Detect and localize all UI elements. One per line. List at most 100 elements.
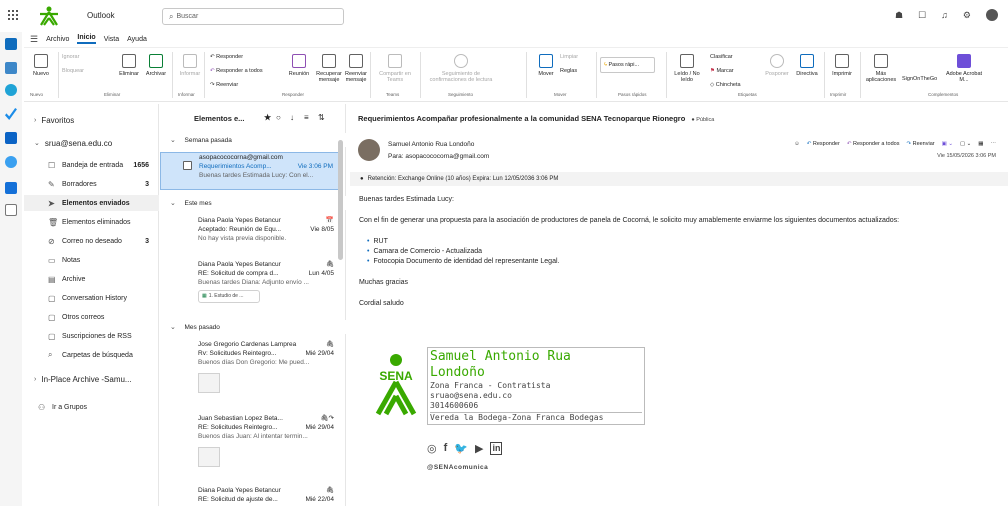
signonthego-button[interactable]: SignOnTheGo: [902, 76, 937, 82]
favorite-star-icon[interactable]: ★: [264, 113, 271, 122]
sender-avatar[interactable]: [358, 139, 380, 161]
signature-email[interactable]: sruao@sena.edu.co: [430, 391, 642, 401]
policy-button[interactable]: Directiva: [792, 54, 822, 77]
folder-drafts[interactable]: ✎ Borradores 3: [24, 176, 159, 192]
delete-button[interactable]: Eliminar: [112, 54, 146, 77]
people-icon[interactable]: [5, 84, 17, 96]
app-launcher-icon[interactable]: [8, 10, 18, 20]
more-icon[interactable]: ⋯: [991, 141, 997, 147]
mail-icon[interactable]: [5, 38, 17, 50]
folder-archive[interactable]: ▤ Archive: [24, 271, 159, 287]
flag-button[interactable]: ⚑ Marcar: [710, 68, 734, 74]
categorize-button[interactable]: Clasificar: [710, 54, 733, 60]
sort-icon[interactable]: ⇅: [318, 113, 325, 122]
reply-all-action[interactable]: ↶ Responder a todos: [847, 141, 900, 147]
adobe-acrobat-button[interactable]: Adobe Acrobat M...: [942, 54, 986, 83]
tab-archivo[interactable]: Archivo: [46, 36, 69, 43]
calendar-icon[interactable]: [5, 62, 17, 74]
reply-action[interactable]: ↶ Responder: [807, 141, 840, 147]
attachment-chip[interactable]: ▦ 1. Estudio de ...: [198, 290, 260, 303]
report-button[interactable]: Informar: [176, 54, 204, 77]
rules-button[interactable]: Reglas: [560, 68, 577, 74]
reply-button[interactable]: ↶ Responder: [210, 54, 243, 60]
folder-conversation-history[interactable]: ▢ Conversation History: [24, 290, 159, 306]
archive-button[interactable]: Archivar: [142, 54, 170, 77]
gear-icon[interactable]: ⚙: [963, 10, 971, 21]
new-button[interactable]: Nuevo: [30, 54, 52, 77]
more-apps-icon[interactable]: [5, 204, 17, 216]
recall-button[interactable]: Recuperar mensaje: [314, 54, 344, 83]
more-apps-button[interactable]: Más aplicaciones: [864, 54, 898, 83]
bell-icon[interactable]: ♫: [941, 10, 948, 20]
attachment-thumbnail[interactable]: [198, 373, 220, 393]
youtube-icon[interactable]: ▶: [475, 442, 483, 455]
reply-all-button[interactable]: ↶ Responder a todos: [210, 68, 263, 74]
section-este-mes[interactable]: ⌄ Este mes: [160, 196, 346, 210]
email-subject: Requerimientos Acompañar profesionalment…: [358, 114, 715, 123]
select-checkbox[interactable]: [183, 161, 192, 170]
folder-junk[interactable]: ⊘ Correo no deseado 3: [24, 233, 159, 249]
in-place-archive-header[interactable]: › In-Place Archive -Samu...: [24, 371, 159, 387]
emoji-icon[interactable]: ☺: [794, 141, 800, 147]
pin-button[interactable]: ◇ Chincheta: [710, 82, 741, 88]
folder-search[interactable]: ⌕ Carpetas de búsqueda: [24, 347, 159, 363]
move-button[interactable]: Mover: [532, 54, 560, 77]
tab-inicio[interactable]: Inicio: [77, 34, 96, 44]
list-item[interactable]: Diana Paola Yepes Betancur 🖇 RE: Solicitu…: [160, 260, 340, 318]
folder-otros-correos[interactable]: ▢ Otros correos: [24, 309, 159, 325]
folder-rss[interactable]: ▢ Suscripciones de RSS: [24, 328, 159, 344]
account-header[interactable]: ⌄ srua@sena.edu.co: [24, 135, 159, 151]
print-button[interactable]: Imprimir: [828, 54, 856, 77]
share-teams-button[interactable]: Compartir en Teams: [374, 54, 416, 83]
search-input[interactable]: ⌕ Buscar: [162, 8, 344, 25]
jump-to-icon[interactable]: ↓: [290, 113, 294, 122]
folder-notes[interactable]: ▭ Notas: [24, 252, 159, 268]
list-item[interactable]: Diana Paola Yepes Betancur 📅 Aceptado: Re…: [160, 216, 340, 250]
grid-icon[interactable]: ▦: [978, 141, 983, 147]
facebook-icon[interactable]: f: [444, 442, 448, 455]
list-item[interactable]: Juan Sebastian Lopez Beta... 🖇↷ RE: Solic…: [160, 414, 340, 480]
list-item-selected[interactable]: asopacococorna@gmail.com Requerimientos …: [160, 152, 340, 190]
quick-steps-dropdown[interactable]: ϟ Pasos rápi...: [600, 57, 655, 73]
meeting-button[interactable]: Reunión: [282, 54, 316, 77]
filter-icon[interactable]: ≡: [304, 113, 309, 122]
avatar[interactable]: [986, 9, 998, 21]
linkedin-icon[interactable]: in: [490, 442, 503, 455]
app-rail: [0, 32, 22, 506]
list-item[interactable]: Diana Paola Yepes Betancur 🖇 RE: Solicitu…: [160, 486, 340, 506]
todo-icon[interactable]: [5, 108, 17, 120]
read-receipts-button[interactable]: Seguimiento de confirmaciones de lectura: [424, 54, 498, 83]
twitter-icon[interactable]: 🐦: [454, 442, 468, 455]
folder-deleted[interactable]: 🗑 Elementos eliminados: [24, 214, 159, 230]
attachment-thumbnail[interactable]: [198, 447, 220, 467]
list-item[interactable]: Jose Gregorio Cardenas Lamprea 🖇 Rv: Soli…: [160, 340, 340, 406]
sender-name[interactable]: Samuel Antonio Rua Londoño: [388, 141, 474, 148]
forward-action[interactable]: ↷ Reenviar: [906, 141, 934, 147]
teams-action-icon[interactable]: ▣ ⌄: [942, 141, 953, 147]
section-semana-pasada[interactable]: ⌄ Semana pasada: [160, 133, 346, 147]
tab-ayuda[interactable]: Ayuda: [127, 36, 147, 43]
snooze-button[interactable]: Posponer: [762, 54, 792, 77]
favorites-header[interactable]: › Favoritos: [24, 112, 159, 128]
onedrive-icon[interactable]: [5, 156, 17, 168]
hamburger-icon[interactable]: ☰: [30, 34, 38, 45]
apps-action-icon[interactable]: ▢ ⌄: [960, 141, 971, 147]
instagram-icon[interactable]: ◎: [427, 442, 437, 455]
folder-sent[interactable]: ➤ Elementos enviados: [24, 195, 159, 211]
resend-button[interactable]: Reenviar mensaje: [342, 54, 370, 83]
read-unread-button[interactable]: Leído / No leído: [672, 54, 702, 83]
my-day-icon[interactable]: ☐: [918, 10, 926, 21]
section-mes-pasado[interactable]: ⌄ Mes pasado: [160, 320, 346, 334]
teams-icon[interactable]: ☗: [895, 10, 903, 21]
folder-inbox[interactable]: ☐ Bandeja de entrada 1656: [24, 157, 159, 173]
forward-button[interactable]: ↷ Reenviar: [210, 82, 238, 88]
copilot-icon[interactable]: ○: [276, 113, 281, 122]
block-button[interactable]: Bloquear: [62, 68, 84, 74]
list-scrollbar[interactable]: [338, 140, 343, 260]
onedrive-cloud-icon[interactable]: [5, 182, 17, 194]
sweep-button[interactable]: Limpiar: [560, 54, 578, 60]
tab-vista[interactable]: Vista: [104, 36, 119, 43]
go-to-groups[interactable]: ⚇ Ir a Grupos: [24, 399, 159, 415]
word-icon[interactable]: [5, 132, 17, 144]
ignore-button[interactable]: Ignorar: [62, 54, 79, 60]
